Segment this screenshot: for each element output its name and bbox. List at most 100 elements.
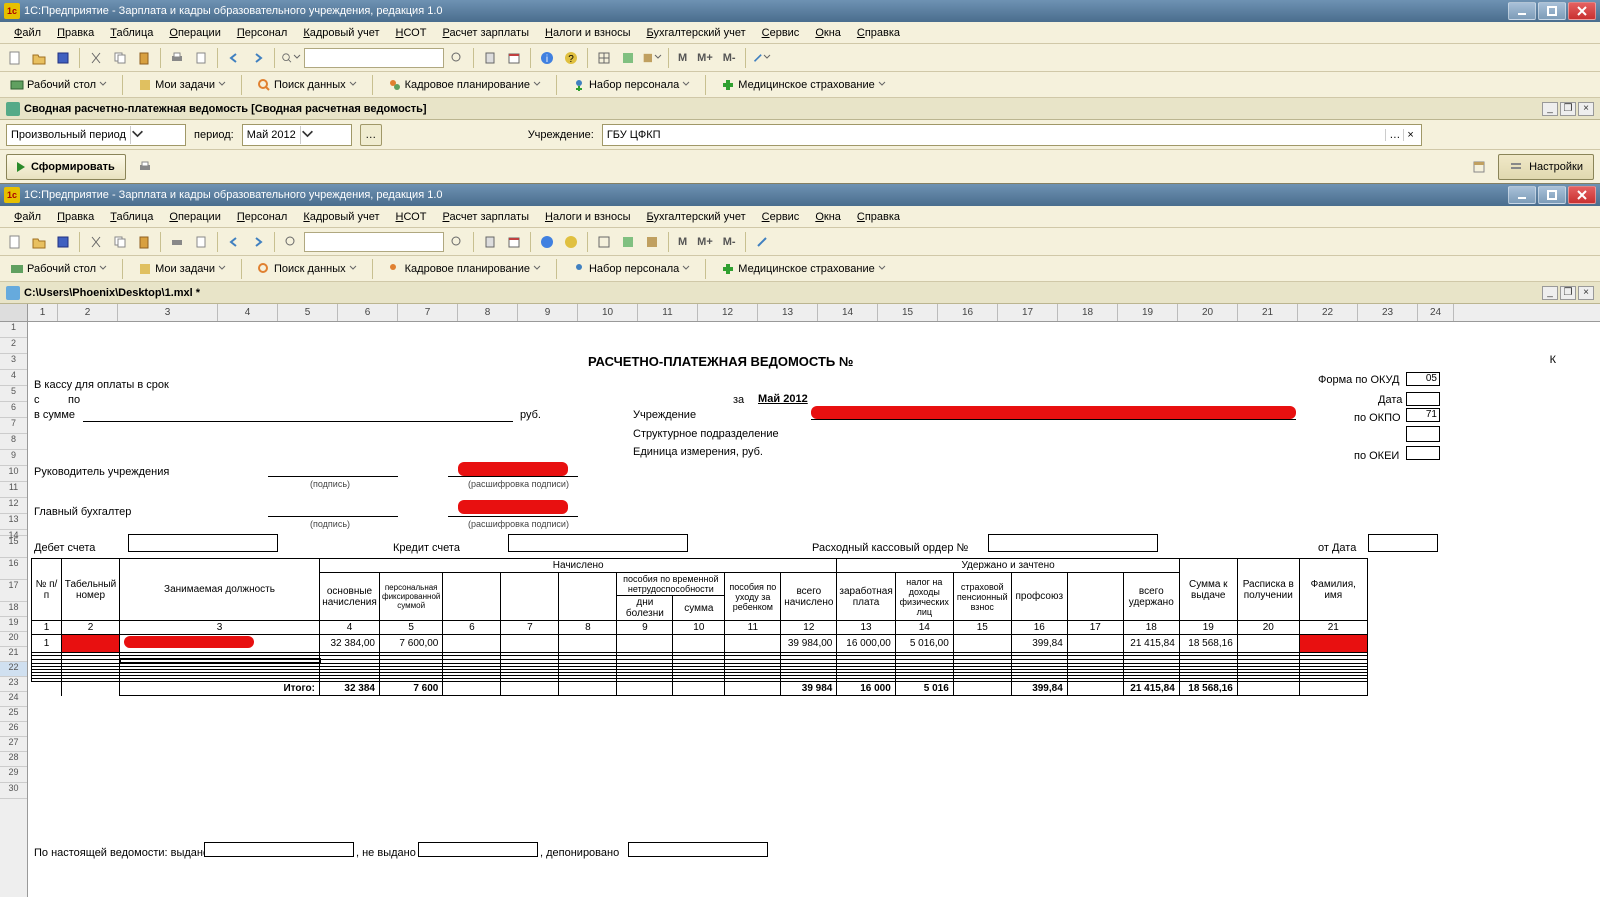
mplus-button-2[interactable]: M+ [693, 236, 717, 248]
preview-icon[interactable] [190, 47, 212, 69]
mdi2-min-icon[interactable]: _ [1542, 286, 1558, 300]
nav-nabor[interactable]: Набор персонала [566, 76, 696, 94]
minimize-button[interactable] [1508, 2, 1536, 20]
save-icon-2[interactable] [52, 231, 74, 253]
open-icon-2[interactable] [28, 231, 50, 253]
nev-box[interactable] [418, 842, 538, 857]
col-header[interactable]: 24 [1418, 304, 1454, 321]
paste-icon[interactable] [133, 47, 155, 69]
preview-icon-2[interactable] [190, 231, 212, 253]
menu-service[interactable]: Сервис [754, 25, 808, 41]
menu2-service[interactable]: Сервис [754, 209, 808, 225]
col-header[interactable]: 3 [118, 304, 218, 321]
row-header[interactable]: 21 [0, 647, 27, 662]
info-icon[interactable]: i [536, 47, 558, 69]
undo-icon-2[interactable] [223, 231, 245, 253]
tools-dropdown-icon[interactable] [751, 47, 773, 69]
mminus-button[interactable]: M- [719, 52, 740, 64]
mplus-button[interactable]: M+ [693, 52, 717, 64]
row-header[interactable]: 9 [0, 450, 27, 466]
style-icon-2[interactable] [641, 231, 663, 253]
m-button-2[interactable]: M [674, 236, 691, 248]
col-header[interactable]: 22 [1298, 304, 1358, 321]
mdi2-close-icon[interactable]: × [1578, 286, 1594, 300]
row-header[interactable]: 15 [0, 536, 27, 558]
calc-icon-2[interactable] [479, 231, 501, 253]
search-next-icon-2[interactable] [446, 231, 468, 253]
menu2-file[interactable]: Файл [6, 209, 49, 225]
debit-box[interactable] [128, 534, 278, 552]
otdata-box[interactable] [1368, 534, 1438, 552]
row-header[interactable]: 19 [0, 617, 27, 632]
search-input[interactable] [304, 48, 444, 68]
menu-help[interactable]: Справка [849, 25, 908, 41]
layout-icon[interactable] [1468, 156, 1490, 178]
nav2-tasks[interactable]: Мои задачи [132, 260, 232, 278]
row-header[interactable]: 13 [0, 514, 27, 530]
payroll-grid[interactable]: № п/п Табельный номер Занимаемая должнос… [31, 558, 1368, 696]
search-input-2[interactable] [304, 232, 444, 252]
print-icon-2[interactable] [166, 231, 188, 253]
print-icon[interactable] [166, 47, 188, 69]
org-input[interactable]: ГБУ ЦФКП…× [602, 124, 1422, 146]
copy-icon[interactable] [109, 47, 131, 69]
nav-desktop[interactable]: Рабочий стол [4, 76, 113, 94]
nav2-search[interactable]: Поиск данных [251, 260, 363, 278]
row-header[interactable]: 27 [0, 737, 27, 752]
col-header[interactable]: 17 [998, 304, 1058, 321]
search-icon-2[interactable] [280, 231, 302, 253]
col-header[interactable]: 5 [278, 304, 338, 321]
col-header[interactable]: 12 [698, 304, 758, 321]
col-header[interactable]: 15 [878, 304, 938, 321]
row-header[interactable]: 22 [0, 662, 27, 677]
menu-nsot[interactable]: НСОТ [388, 25, 435, 41]
menu-payroll[interactable]: Расчет зарплаты [434, 25, 537, 41]
menu-accounting[interactable]: Бухгалтерский учет [639, 25, 754, 41]
grid-icon-2[interactable] [593, 231, 615, 253]
col-header[interactable]: 8 [458, 304, 518, 321]
nav-tasks[interactable]: Мои задачи [132, 76, 232, 94]
row-header[interactable]: 17 [0, 580, 27, 602]
search-next-icon[interactable] [446, 47, 468, 69]
menu-operations[interactable]: Операции [161, 25, 228, 41]
m-button[interactable]: M [674, 52, 691, 64]
col-header[interactable]: 20 [1178, 304, 1238, 321]
rko-box[interactable] [988, 534, 1158, 552]
col-header[interactable]: 13 [758, 304, 818, 321]
row-header[interactable]: 5 [0, 386, 27, 402]
col-header[interactable]: 4 [218, 304, 278, 321]
row-header[interactable]: 2 [0, 338, 27, 354]
menu2-edit[interactable]: Правка [49, 209, 102, 225]
nav2-desktop[interactable]: Рабочий стол [4, 260, 113, 278]
mdi-restore-icon[interactable]: ❐ [1560, 102, 1576, 116]
search-icon[interactable] [280, 47, 302, 69]
row-header[interactable]: 11 [0, 482, 27, 498]
calendar-icon[interactable] [503, 47, 525, 69]
info-icon-2[interactable] [536, 231, 558, 253]
style-icon[interactable] [641, 47, 663, 69]
mdi-min-icon[interactable]: _ [1542, 102, 1558, 116]
row-header[interactable]: 29 [0, 767, 27, 783]
nav-kadr[interactable]: Кадровое планирование [382, 76, 547, 94]
new-icon-2[interactable] [4, 231, 26, 253]
menu-hr[interactable]: Кадровый учет [295, 25, 387, 41]
open-icon[interactable] [28, 47, 50, 69]
cut-icon-2[interactable] [85, 231, 107, 253]
col-header[interactable]: 11 [638, 304, 698, 321]
col-header[interactable]: 16 [938, 304, 998, 321]
col-header[interactable]: 18 [1058, 304, 1118, 321]
menu2-personnel[interactable]: Персонал [229, 209, 296, 225]
menu2-windows[interactable]: Окна [807, 209, 849, 225]
col-header[interactable]: 23 [1358, 304, 1418, 321]
col-header[interactable]: 10 [578, 304, 638, 321]
row-header[interactable]: 12 [0, 498, 27, 514]
grid-icon[interactable] [593, 47, 615, 69]
row-header[interactable]: 7 [0, 418, 27, 434]
nav-med[interactable]: Медицинское страхование [715, 76, 891, 94]
kredit-box[interactable] [508, 534, 688, 552]
row-header[interactable]: 25 [0, 707, 27, 722]
row-header[interactable]: 30 [0, 783, 27, 799]
mminus-button-2[interactable]: M- [719, 236, 740, 248]
maximize-button[interactable] [1538, 2, 1566, 20]
menu2-operations[interactable]: Операции [161, 209, 228, 225]
